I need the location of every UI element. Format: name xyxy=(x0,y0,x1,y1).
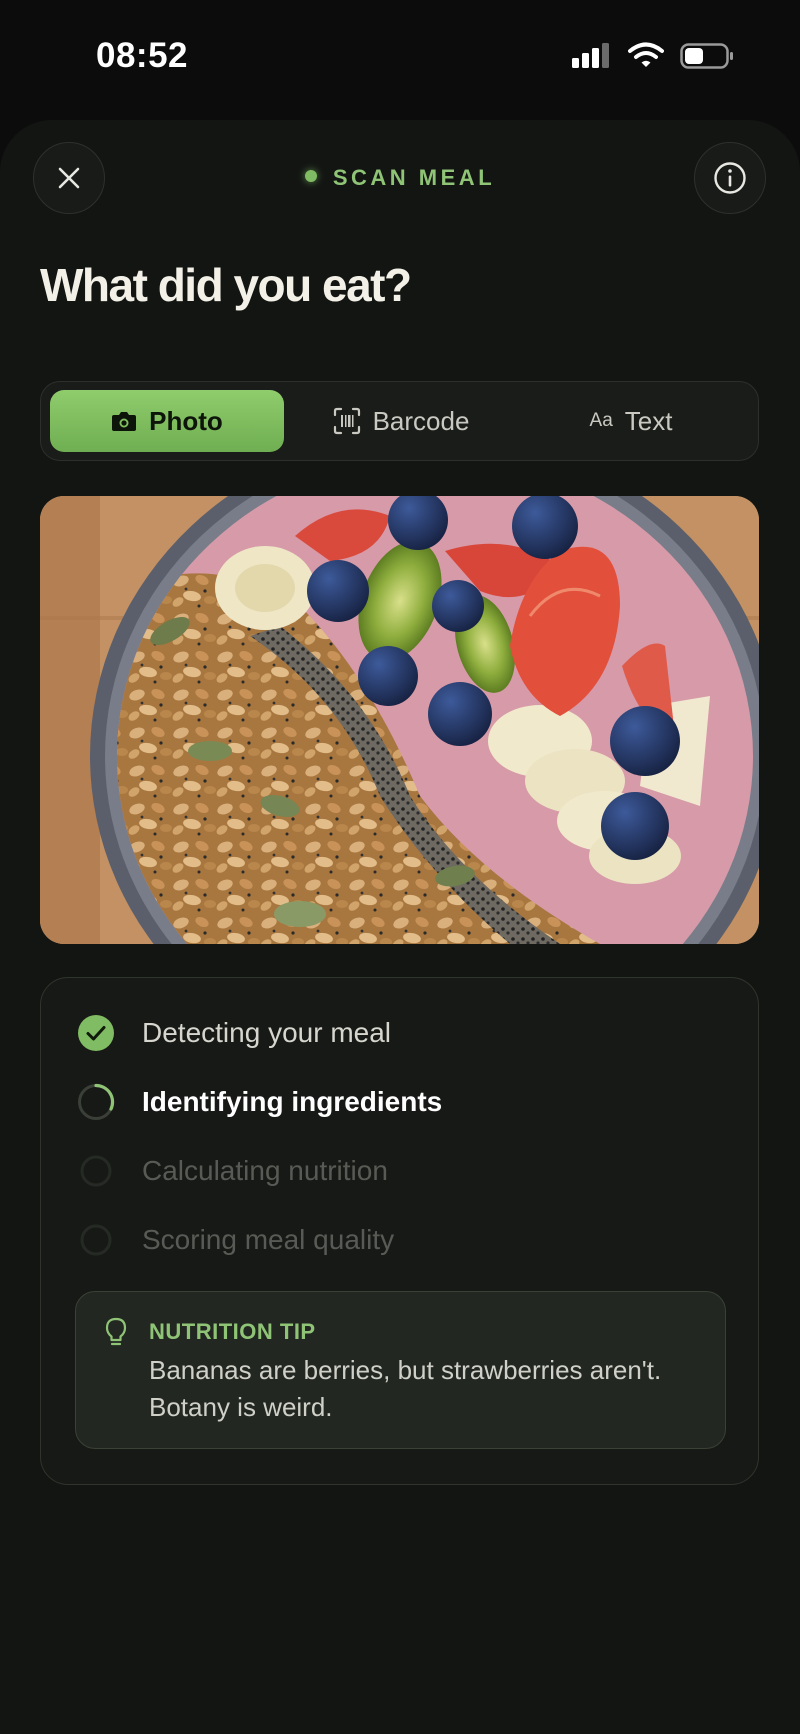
tab-text-label: Text xyxy=(624,405,673,436)
status-dot xyxy=(304,170,317,183)
step-label: Scoring meal quality xyxy=(142,1224,395,1255)
lightbulb-icon xyxy=(105,1317,127,1346)
scan-meal-label: SCAN MEAL xyxy=(332,165,496,190)
smoothie-bowl-image xyxy=(40,496,759,944)
battery-icon xyxy=(680,43,733,69)
tip-body: Bananas are berries, but strawberries ar… xyxy=(149,1355,662,1422)
step-label: Identifying ingredients xyxy=(142,1086,443,1117)
nutrition-tip: NUTRITION TIP Bananas are berries, but s… xyxy=(75,1291,726,1449)
scan-meal-badge: SCAN MEAL xyxy=(0,165,800,191)
pending-circle-icon xyxy=(80,1155,112,1187)
wifi-icon xyxy=(628,42,664,67)
input-mode-selector: Photo Barcode Aa Text xyxy=(40,381,759,461)
info-button[interactable] xyxy=(694,142,766,214)
status-time: 08:52 xyxy=(96,36,189,75)
scan-meal-sheet: SCAN MEAL What did you eat? Photo Barcod… xyxy=(0,120,800,1734)
step-progress-icon xyxy=(77,1083,115,1121)
tip-heading: NUTRITION TIP xyxy=(149,1319,316,1344)
tab-photo-label: Photo xyxy=(149,405,223,436)
camera-icon xyxy=(112,412,137,431)
step-calculating: Calculating nutrition xyxy=(77,1151,388,1191)
meal-photo xyxy=(40,496,759,944)
analysis-progress-card: Detecting your meal Identifying ingredie… xyxy=(40,977,759,1485)
tab-barcode-label: Barcode xyxy=(372,405,470,436)
tab-barcode[interactable]: Barcode xyxy=(291,390,511,452)
step-label: Calculating nutrition xyxy=(142,1155,388,1186)
loading-spinner-icon xyxy=(78,1083,115,1120)
check-circle-icon xyxy=(78,1015,114,1051)
tab-photo[interactable]: Photo xyxy=(50,390,284,452)
step-done-icon xyxy=(77,1014,115,1052)
step-pending-icon xyxy=(77,1152,115,1190)
step-label: Detecting your meal xyxy=(142,1017,392,1048)
step-identifying: Identifying ingredients xyxy=(77,1082,442,1122)
step-scoring: Scoring meal quality xyxy=(77,1220,394,1260)
info-icon xyxy=(714,162,746,194)
status-bar: 08:52 xyxy=(0,0,800,110)
tab-text[interactable]: Aa Text xyxy=(521,390,741,452)
barcode-scan-icon xyxy=(333,407,360,435)
text-mode-icon: Aa xyxy=(589,410,613,431)
step-detecting: Detecting your meal xyxy=(77,1013,391,1053)
step-pending-icon xyxy=(77,1221,115,1259)
page-title: What did you eat? xyxy=(40,259,412,311)
pending-circle-icon xyxy=(80,1224,112,1256)
cellular-signal-icon xyxy=(572,43,609,68)
status-icons xyxy=(572,42,734,70)
